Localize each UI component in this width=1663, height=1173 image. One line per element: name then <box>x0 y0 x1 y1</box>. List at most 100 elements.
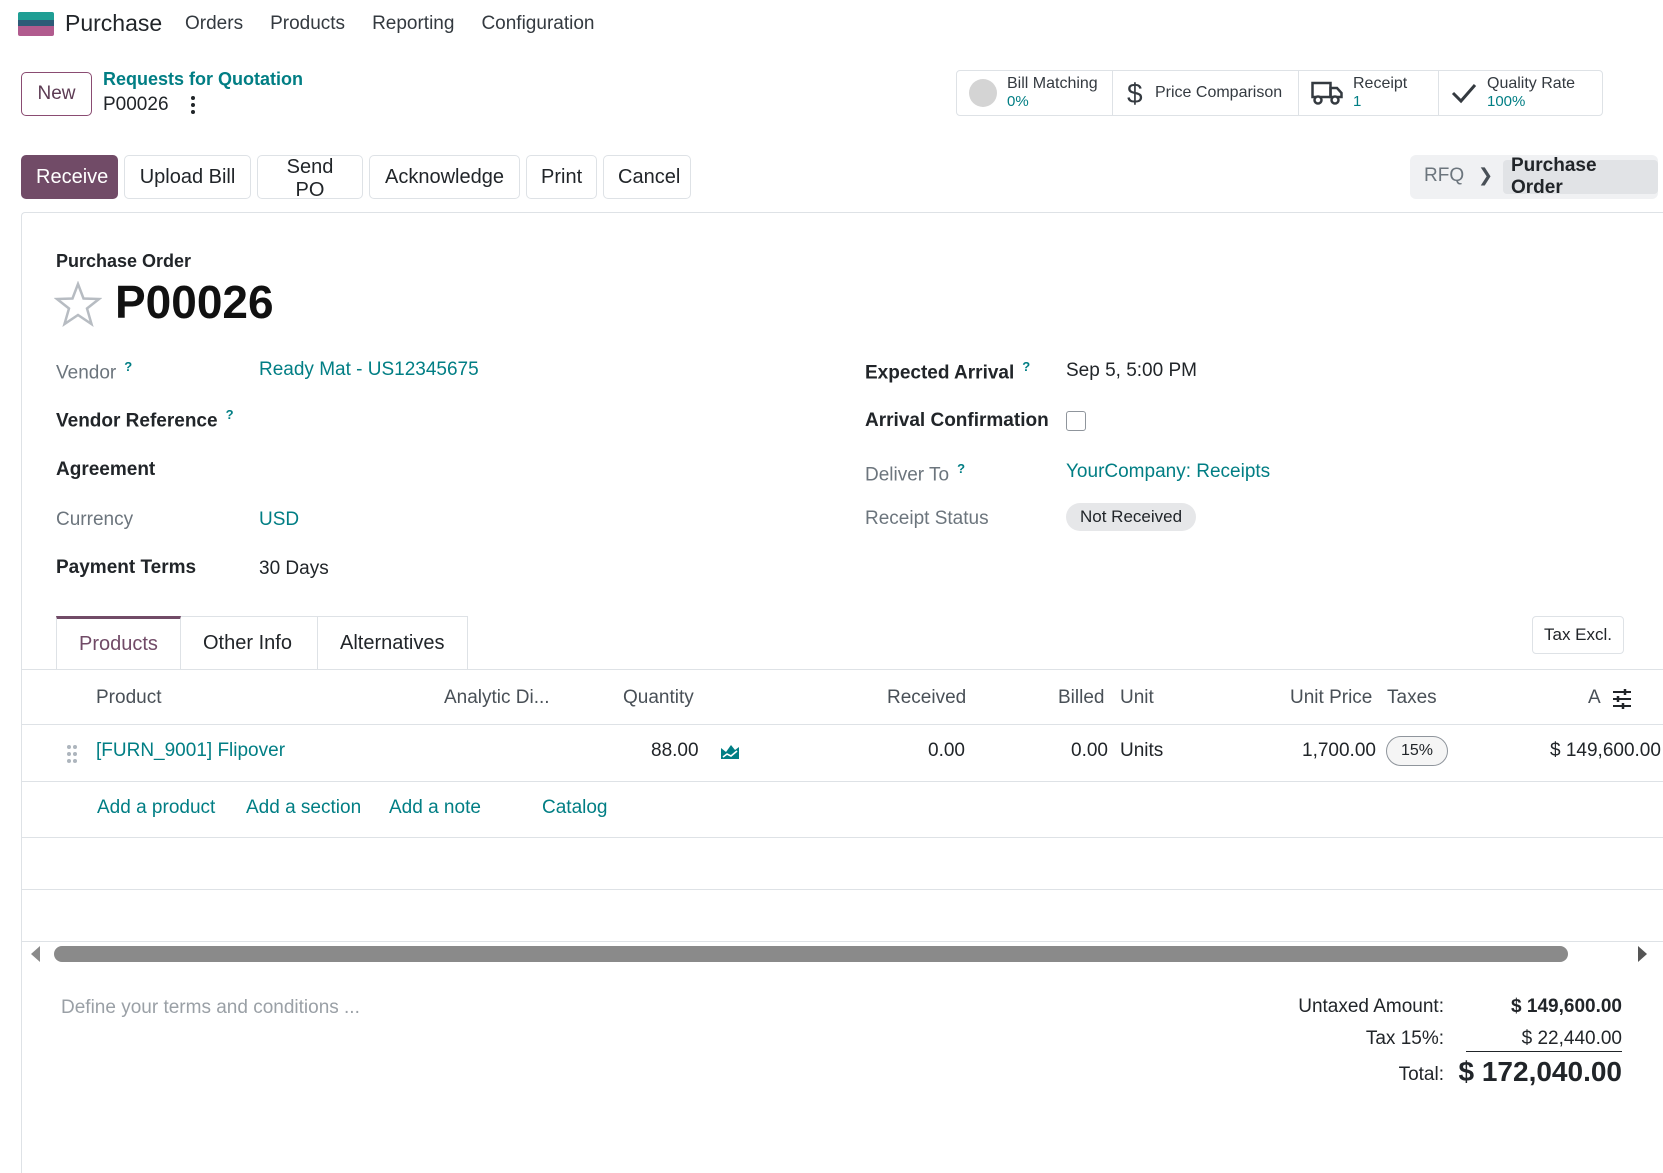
col-billed[interactable]: Billed <box>1058 687 1104 709</box>
quality-rate-value: 100% <box>1487 93 1526 110</box>
tax-toggle-button[interactable]: Tax Excl. <box>1532 616 1624 654</box>
smart-buttons: Bill Matching 0% $ Price Comparison Rece… <box>956 70 1603 116</box>
expected-arrival-label-text: Expected Arrival <box>865 362 1015 384</box>
receipt-status-label: Receipt Status <box>865 508 989 529</box>
col-received[interactable]: Received <box>887 687 966 709</box>
deliver-to-label: Deliver To? <box>865 461 965 486</box>
kebab-menu-icon[interactable] <box>188 93 198 117</box>
vendor-label: Vendor? <box>56 359 132 384</box>
star-icon[interactable] <box>53 280 103 333</box>
chevron-right-icon: ❯ <box>1478 165 1494 185</box>
notebook-tabs: Products Other Info Alternatives <box>56 616 468 669</box>
bill-matching-value: 0% <box>1007 93 1029 110</box>
scroll-left-arrow-icon[interactable] <box>31 946 40 962</box>
svg-text:$: $ <box>1127 78 1143 108</box>
col-amount[interactable]: A <box>1588 687 1601 709</box>
row-product[interactable]: [FURN_9001] Flipover <box>96 740 285 762</box>
cancel-button[interactable]: Cancel <box>603 155 691 199</box>
deliver-to-label-text: Deliver To <box>865 464 950 486</box>
vendor-field[interactable]: Ready Mat - US12345675 <box>259 359 479 381</box>
deliver-to-field[interactable]: YourCompany: Receipts <box>1066 461 1270 483</box>
scroll-right-arrow-icon[interactable] <box>1638 946 1647 962</box>
new-button[interactable]: New <box>21 72 92 116</box>
breadcrumb-rfq[interactable]: Requests for Quotation <box>103 69 303 90</box>
bill-matching-icon <box>969 79 997 107</box>
drag-handle-icon[interactable] <box>66 744 78 770</box>
row-quantity[interactable]: 88.00 <box>651 740 699 762</box>
help-icon[interactable]: ? <box>1022 359 1030 374</box>
help-icon[interactable]: ? <box>957 461 965 476</box>
col-taxes[interactable]: Taxes <box>1387 687 1437 709</box>
tab-other-info[interactable]: Other Info <box>181 616 318 669</box>
vendor-label-text: Vendor <box>56 362 117 384</box>
acknowledge-button[interactable]: Acknowledge <box>369 155 520 199</box>
print-button[interactable]: Print <box>526 155 597 199</box>
add-section-link[interactable]: Add a section <box>246 797 361 819</box>
quality-rate-label: Quality Rate <box>1487 75 1576 92</box>
upload-bill-button[interactable]: Upload Bill <box>124 155 251 199</box>
totals-separator <box>1466 1051 1622 1052</box>
table-top-border <box>21 669 1663 670</box>
receive-button[interactable]: Receive <box>21 155 118 199</box>
payment-terms-field[interactable]: 30 Days <box>259 558 329 580</box>
col-unit[interactable]: Unit <box>1120 687 1154 709</box>
bill-matching-button[interactable]: Bill Matching 0% <box>957 71 1113 115</box>
menu-orders[interactable]: Orders <box>185 13 243 35</box>
price-comparison-button[interactable]: $ Price Comparison <box>1113 71 1299 115</box>
row-amount: $ 149,600.00 <box>1550 740 1661 761</box>
row-received[interactable]: 0.00 <box>928 740 965 762</box>
payment-terms-label: Payment Terms <box>56 557 197 578</box>
bill-matching-label: Bill Matching <box>1007 75 1098 92</box>
status-rfq[interactable]: RFQ <box>1424 165 1464 187</box>
quality-rate-button[interactable]: Quality Rate 100% <box>1439 71 1602 115</box>
row-unit[interactable]: Units <box>1120 740 1163 762</box>
row-unit-price[interactable]: 1,700.00 <box>1302 740 1376 762</box>
status-purchase-order[interactable]: Purchase Order <box>1503 155 1658 198</box>
receipt-count: 1 <box>1353 93 1362 110</box>
catalog-link[interactable]: Catalog <box>542 797 608 819</box>
tax-value: $ 22,440.00 <box>1521 1028 1622 1049</box>
receipt-button[interactable]: Receipt 1 <box>1299 71 1439 115</box>
row-billed: 0.00 <box>1071 740 1108 761</box>
receipt-label: Receipt <box>1353 75 1408 92</box>
tab-products[interactable]: Products <box>56 616 181 669</box>
add-note-link[interactable]: Add a note <box>389 797 481 819</box>
agreement-label: Agreement <box>56 459 156 480</box>
breadcrumb-current: P00026 <box>103 94 169 115</box>
arrival-confirmation-checkbox[interactable] <box>1066 411 1086 431</box>
tax-label: Tax 15%: <box>1365 1028 1444 1049</box>
menu-configuration[interactable]: Configuration <box>481 13 594 35</box>
help-icon[interactable]: ? <box>226 407 234 422</box>
currency-field[interactable]: USD <box>259 509 299 531</box>
app-name[interactable]: Purchase <box>65 10 162 37</box>
tab-alternatives[interactable]: Alternatives <box>318 616 468 669</box>
price-comparison-label: Price Comparison <box>1155 84 1283 101</box>
column-settings-icon[interactable] <box>1611 688 1633 716</box>
expected-arrival-label: Expected Arrival? <box>865 359 1030 384</box>
terms-input[interactable]: Define your terms and conditions ... <box>61 997 360 1019</box>
menu-products[interactable]: Products <box>270 13 345 35</box>
dollar-icon: $ <box>1125 78 1145 108</box>
vendor-reference-label-text: Vendor Reference <box>56 410 218 432</box>
purchase-app-icon[interactable] <box>18 12 54 36</box>
currency-label: Currency <box>56 509 134 530</box>
add-product-link[interactable]: Add a product <box>97 797 215 819</box>
col-analytic[interactable]: Analytic Di... <box>444 687 550 709</box>
expected-arrival-field[interactable]: Sep 5, 5:00 PM <box>1066 360 1197 382</box>
help-icon[interactable]: ? <box>124 359 132 374</box>
row-border <box>21 837 1663 838</box>
scrollbar-thumb[interactable] <box>54 946 1568 962</box>
menu-reporting[interactable]: Reporting <box>372 13 454 35</box>
forecast-chart-icon[interactable] <box>720 742 740 766</box>
send-po-button[interactable]: Send PO <box>257 155 363 201</box>
top-nav: Purchase Orders Products Reporting Confi… <box>0 0 1663 48</box>
action-bar: Receive Upload Bill Send PO Acknowledge … <box>21 155 691 201</box>
row-tax-tag[interactable]: 15% <box>1386 736 1448 766</box>
main-menu: Orders Products Reporting Configuration <box>185 13 594 35</box>
untaxed-amount-value: $ 149,600.00 <box>1511 996 1622 1017</box>
col-quantity[interactable]: Quantity <box>623 687 694 709</box>
col-product[interactable]: Product <box>96 687 161 709</box>
vendor-reference-label: Vendor Reference? <box>56 407 234 432</box>
col-unit-price[interactable]: Unit Price <box>1290 687 1372 709</box>
record-title: P00026 <box>115 276 274 328</box>
